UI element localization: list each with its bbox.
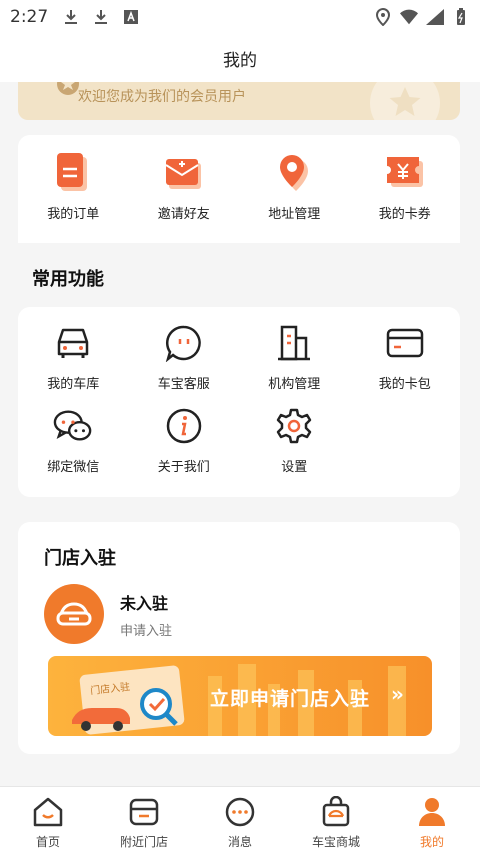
order-icon <box>53 153 93 193</box>
store-onboarding-card: 门店入驻 未入驻 申请入驻 门店入驻 立即申请门店入驻 » <box>18 522 460 754</box>
font-a-icon <box>122 8 140 26</box>
nav-mall[interactable]: 车宝商城 <box>288 787 384 853</box>
nav-home[interactable]: 首页 <box>0 787 96 853</box>
page-title: 我的 <box>223 50 257 71</box>
home-icon <box>31 795 65 829</box>
message-icon <box>223 795 257 829</box>
status-left-icons <box>62 8 140 26</box>
function-label: 我的车库 <box>47 377 100 392</box>
apply-store-banner[interactable]: 门店入驻 立即申请门店入驻 » <box>48 656 432 736</box>
function-my-garage[interactable]: 我的车库 <box>18 323 129 392</box>
functions-row: 绑定微信 关于我们 设置 <box>18 406 460 475</box>
car-and-magnifier-icon <box>72 688 178 731</box>
quick-action-label: 我的卡券 <box>378 207 431 222</box>
nav-label: 车宝商城 <box>311 835 360 849</box>
wechat-icon <box>53 406 93 446</box>
location-pin-icon <box>374 8 392 26</box>
store-section-title: 门店入驻 <box>44 548 116 569</box>
quick-action-label: 邀请好友 <box>157 207 210 222</box>
function-label: 我的卡包 <box>378 377 431 392</box>
building-icon <box>274 323 314 363</box>
nav-label: 我的 <box>419 835 444 849</box>
title-bar: 我的 <box>0 34 480 82</box>
nav-messages[interactable]: 消息 <box>192 787 288 853</box>
download-icon <box>62 8 80 26</box>
store-subtitle[interactable]: 申请入驻 <box>120 620 172 639</box>
car-outline-icon <box>56 602 92 626</box>
double-chevron-right-icon: » <box>391 682 404 706</box>
nav-label: 消息 <box>227 835 252 849</box>
common-functions-card: 我的车库 车宝客服 机构管理 我的卡包 绑定微信 关于我们 设置 <box>18 307 460 497</box>
gear-icon <box>274 406 314 446</box>
download-icon <box>92 8 110 26</box>
nav-label: 首页 <box>35 835 60 849</box>
function-label: 车宝客服 <box>157 377 210 392</box>
star-icon <box>56 82 80 98</box>
status-time: 2:27 <box>10 7 49 27</box>
star-badge-icon <box>370 82 440 120</box>
quick-actions-card: 我的订单 邀请好友 地址管理 我的卡券 <box>18 135 460 243</box>
quick-action-label: 地址管理 <box>268 207 321 222</box>
function-my-card-wallet[interactable]: 我的卡包 <box>350 323 461 392</box>
nav-label: 附近门店 <box>119 835 168 849</box>
store-avatar <box>44 584 104 644</box>
quick-action-invite-friends[interactable]: 邀请好友 <box>129 153 240 222</box>
status-bar: 2:27 <box>0 0 480 34</box>
wifi-icon <box>400 8 418 26</box>
store-status: 未入驻 <box>120 594 169 613</box>
nav-nearby-stores[interactable]: 附近门店 <box>96 787 192 853</box>
card-icon <box>385 323 425 363</box>
quick-actions-row: 我的订单 邀请好友 地址管理 我的卡券 <box>18 153 460 222</box>
common-functions-heading: 常用功能 <box>32 269 104 290</box>
invite-icon <box>164 153 204 193</box>
quick-action-label: 我的订单 <box>47 207 100 222</box>
member-welcome-text: 欢迎您成为我们的会员用户 <box>78 89 246 105</box>
function-about-us[interactable]: 关于我们 <box>129 406 240 475</box>
function-label: 设置 <box>281 460 308 475</box>
apply-store-cta: 立即申请门店入驻 <box>210 688 371 710</box>
bottom-nav: 首页 附近门店 消息 车宝商城 我的 <box>0 786 480 853</box>
profile-icon <box>415 795 449 829</box>
function-bind-wechat[interactable]: 绑定微信 <box>18 406 129 475</box>
member-banner[interactable]: 欢迎您成为我们的会员用户 <box>18 82 460 120</box>
function-customer-service[interactable]: 车宝客服 <box>129 323 240 392</box>
signal-icon <box>426 8 444 26</box>
function-organization-management[interactable]: 机构管理 <box>239 323 350 392</box>
function-label: 绑定微信 <box>47 460 100 475</box>
location-icon <box>274 153 314 193</box>
functions-row: 我的车库 车宝客服 机构管理 我的卡包 <box>18 323 460 392</box>
function-label: 机构管理 <box>268 377 321 392</box>
function-settings[interactable]: 设置 <box>239 406 350 475</box>
battery-icon <box>452 8 470 26</box>
quick-action-my-coupons[interactable]: 我的卡券 <box>350 153 461 222</box>
coupon-icon <box>385 153 425 193</box>
info-icon <box>164 406 204 446</box>
quick-action-my-orders[interactable]: 我的订单 <box>18 153 129 222</box>
chat-bubble-icon <box>164 323 204 363</box>
shopping-bag-icon <box>319 795 353 829</box>
car-icon <box>53 323 93 363</box>
store-icon <box>127 795 161 829</box>
function-label: 关于我们 <box>157 460 210 475</box>
quick-action-address-management[interactable]: 地址管理 <box>239 153 350 222</box>
status-right-icons <box>374 8 470 26</box>
nav-profile[interactable]: 我的 <box>384 787 480 853</box>
